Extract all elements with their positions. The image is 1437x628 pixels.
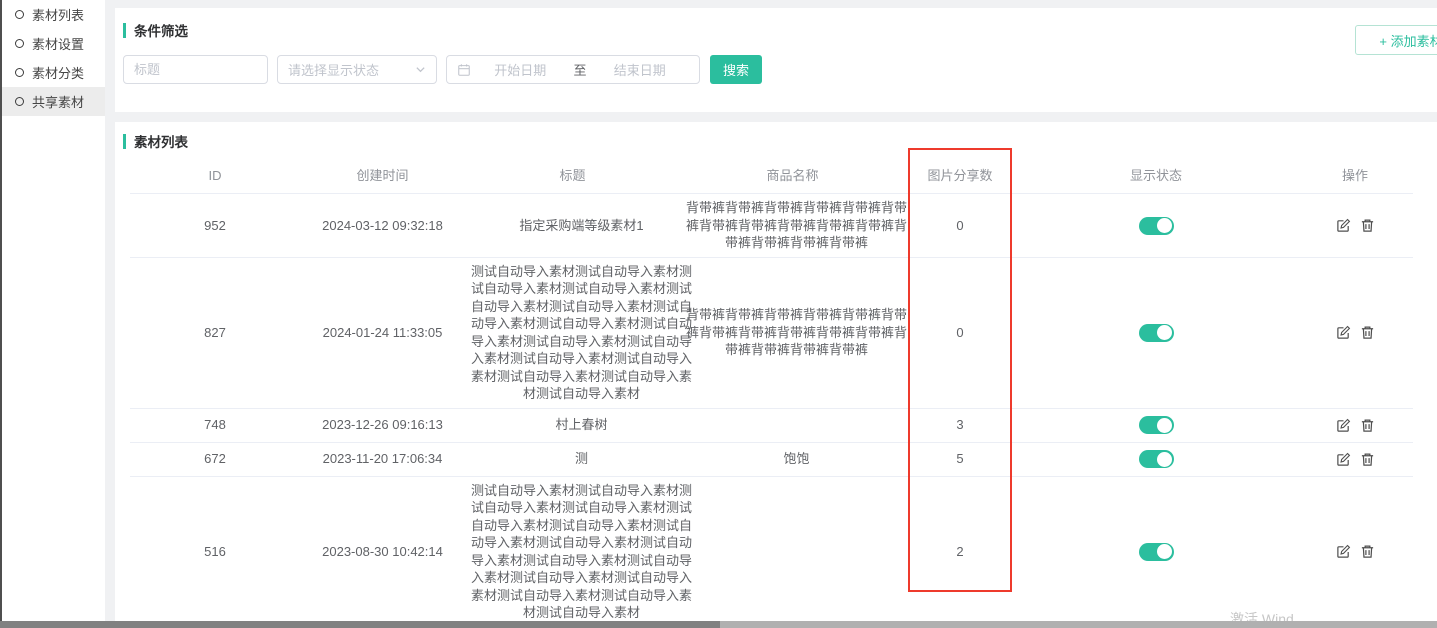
sidebar-item-material-settings[interactable]: 素材设置 <box>2 29 105 58</box>
col-header-title: 标题 <box>465 162 680 190</box>
cell-id: 516 <box>130 538 300 566</box>
col-header-created: 创建时间 <box>300 162 465 190</box>
cell-title: 指定采购端等级素材1 <box>469 217 694 235</box>
table-row: 516 2023-08-30 10:42:14 测试自动导入素材测试自动导入素材… <box>130 477 1413 628</box>
circle-icon <box>15 10 24 19</box>
edit-icon[interactable] <box>1336 325 1351 340</box>
filter-section-title: 条件筛选 <box>115 8 1437 40</box>
edit-icon[interactable] <box>1336 544 1351 559</box>
filter-card: 条件筛选 请选择显示状态 开始日期 至 结束日期 搜索 <box>115 8 1437 112</box>
cell-title: 村上春树 <box>469 416 694 434</box>
delete-icon[interactable] <box>1360 544 1375 559</box>
sidebar-item-label: 素材设置 <box>32 34 84 53</box>
sidebar-item-label: 素材分类 <box>32 63 84 82</box>
edit-icon[interactable] <box>1336 218 1351 233</box>
cell-shares: 0 <box>905 212 1015 240</box>
sidebar-item-label: 素材列表 <box>32 5 84 24</box>
material-list-card: 素材列表 ID 创建时间 标题 商品名称 图片分享数 显示状态 操作 952 2… <box>115 122 1437 628</box>
sidebar-item-shared-material[interactable]: 共享素材 <box>2 87 105 116</box>
col-header-actions: 操作 <box>1297 162 1413 190</box>
scrollbar-thumb[interactable] <box>0 621 720 628</box>
cell-title: 测试自动导入素材测试自动导入素材测试自动导入素材测试自动导入素材测试自动导入素材… <box>469 482 694 622</box>
cell-title: 测试自动导入素材测试自动导入素材测试自动导入素材测试自动导入素材测试自动导入素材… <box>469 263 694 403</box>
cell-product: 背带裤背带裤背带裤背带裤背带裤背带裤背带裤背带裤背带裤背带裤背带裤背带裤背带裤背… <box>684 306 909 359</box>
start-date-input[interactable]: 开始日期 <box>471 60 570 79</box>
table-title-text: 素材列表 <box>134 131 188 151</box>
horizontal-scrollbar[interactable] <box>0 621 1437 628</box>
end-date-input[interactable]: 结束日期 <box>591 60 690 79</box>
display-status-toggle[interactable] <box>1139 450 1174 468</box>
table-row: 827 2024-01-24 11:33:05 测试自动导入素材测试自动导入素材… <box>130 258 1413 409</box>
cell-shares: 2 <box>905 538 1015 566</box>
cell-created: 2024-01-24 11:33:05 <box>300 319 465 347</box>
delete-icon[interactable] <box>1360 452 1375 467</box>
delete-icon[interactable] <box>1360 418 1375 433</box>
cell-created: 2023-08-30 10:42:14 <box>300 538 465 566</box>
title-filter-input[interactable] <box>123 55 268 84</box>
cell-title: 测 <box>469 450 694 468</box>
table-row: 672 2023-11-20 17:06:34 测 饱饱 5 <box>130 443 1413 477</box>
calendar-icon <box>457 63 471 77</box>
cell-created: 2023-11-20 17:06:34 <box>300 445 465 473</box>
sidebar-item-label: 共享素材 <box>32 92 84 111</box>
circle-icon <box>15 68 24 77</box>
cell-id: 952 <box>130 212 300 240</box>
display-status-toggle[interactable] <box>1139 416 1174 434</box>
date-range-picker[interactable]: 开始日期 至 结束日期 <box>446 55 700 84</box>
cell-shares: 0 <box>905 319 1015 347</box>
delete-icon[interactable] <box>1360 218 1375 233</box>
cell-id: 672 <box>130 445 300 473</box>
edit-icon[interactable] <box>1336 452 1351 467</box>
col-header-status: 显示状态 <box>1015 162 1297 190</box>
material-table: ID 创建时间 标题 商品名称 图片分享数 显示状态 操作 952 2024-0… <box>130 159 1413 628</box>
window-left-edge <box>0 0 2 628</box>
delete-icon[interactable] <box>1360 325 1375 340</box>
table-header-row: ID 创建时间 标题 商品名称 图片分享数 显示状态 操作 <box>130 159 1413 194</box>
add-material-button[interactable]: + 添加素材 <box>1355 25 1437 55</box>
cell-product: 背带裤背带裤背带裤背带裤背带裤背带裤背带裤背带裤背带裤背带裤背带裤背带裤背带裤背… <box>684 199 909 252</box>
display-status-toggle[interactable] <box>1139 543 1174 561</box>
cell-shares: 3 <box>905 411 1015 439</box>
cell-created: 2023-12-26 09:16:13 <box>300 411 465 439</box>
col-header-product: 商品名称 <box>680 162 905 190</box>
date-to-label: 至 <box>570 60 591 79</box>
cell-created: 2024-03-12 09:32:18 <box>300 212 465 240</box>
sidebar-item-material-category[interactable]: 素材分类 <box>2 58 105 87</box>
col-header-id: ID <box>130 162 300 190</box>
display-status-toggle[interactable] <box>1139 217 1174 235</box>
cell-product: 饱饱 <box>684 450 909 468</box>
circle-icon <box>15 39 24 48</box>
display-status-select[interactable]: 请选择显示状态 <box>277 55 437 84</box>
filter-title-text: 条件筛选 <box>134 20 188 40</box>
circle-icon <box>15 97 24 106</box>
display-status-toggle[interactable] <box>1139 324 1174 342</box>
cell-id: 827 <box>130 319 300 347</box>
edit-icon[interactable] <box>1336 418 1351 433</box>
sidebar-item-material-list[interactable]: 素材列表 <box>2 0 105 29</box>
cell-shares: 5 <box>905 445 1015 473</box>
cell-id: 748 <box>130 411 300 439</box>
table-row: 952 2024-03-12 09:32:18 指定采购端等级素材1 背带裤背带… <box>130 194 1413 258</box>
section-accent-bar <box>123 134 126 149</box>
select-placeholder: 请选择显示状态 <box>288 60 379 79</box>
table-section-title: 素材列表 <box>115 122 1437 151</box>
table-row: 748 2023-12-26 09:16:13 村上春树 3 <box>130 409 1413 443</box>
col-header-shares: 图片分享数 <box>905 162 1015 190</box>
chevron-down-icon <box>415 64 426 75</box>
sidebar: 素材列表 素材设置 素材分类 共享素材 <box>2 0 105 621</box>
search-button[interactable]: 搜索 <box>710 55 762 84</box>
section-accent-bar <box>123 23 126 38</box>
